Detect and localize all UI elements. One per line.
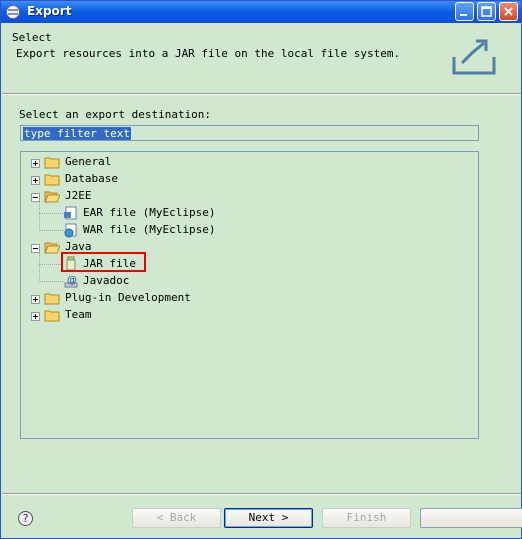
help-button[interactable]: ? (18, 511, 33, 526)
svg-text:@: @ (67, 275, 77, 286)
tree-item-team[interactable]: Team (21, 307, 221, 324)
export-wizard-icon (452, 39, 496, 75)
folder-open-icon (44, 242, 60, 254)
ear-file-icon (64, 206, 77, 220)
tree-item-war-file[interactable]: WAR file (MyEclipse) (21, 222, 281, 239)
expand-icon[interactable] (31, 312, 40, 321)
tree-item-javadoc[interactable]: @ Javadoc (21, 273, 221, 290)
folder-icon (44, 157, 60, 169)
tree-item-plugin-development[interactable]: Plug-in Development (21, 290, 261, 307)
close-button[interactable] (499, 2, 518, 21)
collapse-icon[interactable] (31, 193, 40, 202)
collapse-icon[interactable] (31, 244, 40, 253)
cancel-button[interactable] (420, 508, 522, 528)
banner-separator (2, 93, 521, 95)
tree-item-general[interactable]: General (21, 154, 221, 171)
title-bar[interactable]: Export (1, 1, 521, 23)
finish-button[interactable]: Finish (322, 508, 411, 528)
minimize-button[interactable] (455, 2, 474, 21)
banner-title: Select (12, 31, 52, 44)
expand-icon[interactable] (31, 159, 40, 168)
back-button[interactable]: < Back (132, 508, 221, 528)
button-bar-separator (2, 493, 521, 495)
maximize-button[interactable] (477, 2, 496, 21)
folder-icon (44, 293, 60, 305)
expand-icon[interactable] (31, 176, 40, 185)
wizard-banner: Select Export resources into a JAR file … (2, 23, 521, 93)
folder-open-icon (44, 191, 60, 203)
war-file-icon (64, 223, 77, 238)
next-button[interactable]: Next > (224, 508, 313, 528)
destination-tree[interactable]: General Database J2EE EAR file (MyEclips… (20, 151, 479, 439)
window-title: Export (27, 4, 72, 18)
expand-icon[interactable] (31, 295, 40, 304)
destination-label: Select an export destination: (19, 108, 212, 121)
filter-input[interactable]: type filter text (20, 125, 479, 141)
export-dialog: Export Select Export resources into a JA… (0, 0, 522, 539)
javadoc-icon: @ (64, 275, 78, 288)
minimize-icon (460, 14, 467, 16)
close-icon (504, 7, 513, 16)
filter-text: type filter text (23, 127, 131, 140)
folder-icon (44, 310, 60, 322)
folder-icon (44, 174, 60, 186)
tree-item-database[interactable]: Database (21, 171, 221, 188)
tree-item-j2ee[interactable]: J2EE (21, 188, 221, 205)
tree-item-ear-file[interactable]: EAR file (MyEclipse) (21, 205, 281, 222)
jar-file-highlight-box (61, 252, 146, 272)
maximize-icon (481, 6, 492, 17)
banner-description: Export resources into a JAR file on the … (16, 47, 401, 60)
eclipse-icon (6, 5, 20, 19)
